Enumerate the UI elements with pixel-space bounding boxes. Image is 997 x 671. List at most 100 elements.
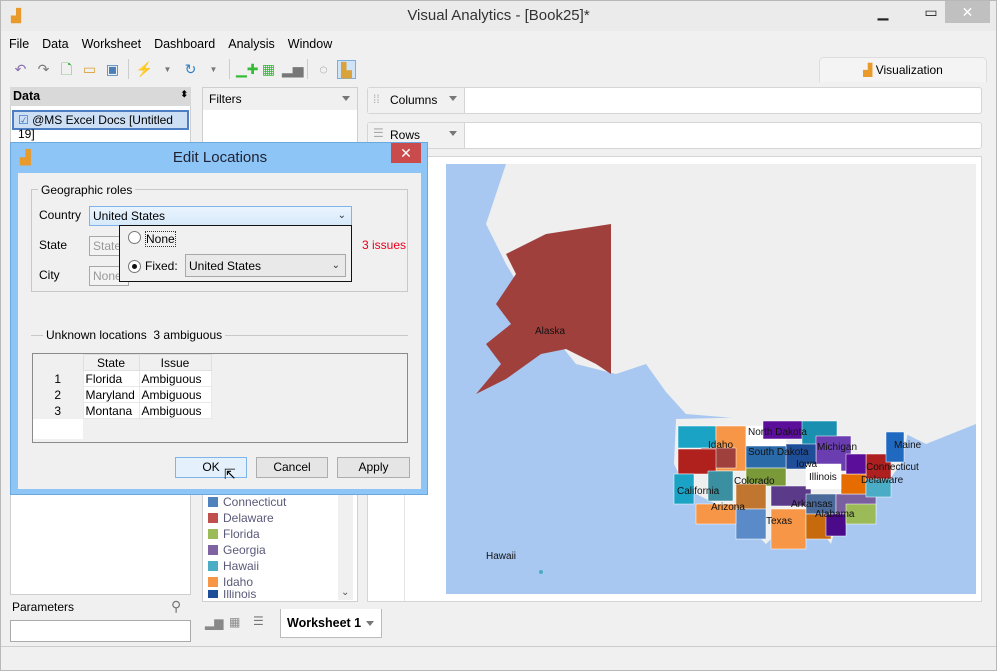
legend-item[interactable]: Georgia xyxy=(208,542,338,558)
menu-analysis[interactable]: Analysis xyxy=(228,37,275,55)
dialog-body: Geographic roles Country United States ⌄ … xyxy=(18,173,421,489)
state-shape[interactable] xyxy=(677,448,717,475)
table-row[interactable]: 1 Florida Ambiguous xyxy=(33,370,212,387)
open-icon[interactable]: ▭ xyxy=(80,60,99,79)
search-icon[interactable]: ⚲ xyxy=(171,598,181,615)
legend-item[interactable]: Hawaii xyxy=(208,558,338,574)
country-select[interactable]: United States ⌄ xyxy=(89,206,352,226)
map-label: Michigan xyxy=(817,442,857,453)
dropdown-icon[interactable] xyxy=(449,96,457,101)
state-cell[interactable]: Florida xyxy=(82,370,140,387)
legend-scrollbar[interactable]: ⌄ xyxy=(338,488,353,600)
chevron-down-icon: ⌄ xyxy=(337,210,346,221)
legend-item[interactable]: Illinois xyxy=(208,590,338,598)
chevron-down-icon[interactable]: ▼ xyxy=(204,60,223,79)
dropdown-icon[interactable] xyxy=(366,621,374,626)
map[interactable]: Alaska Hawaii Idaho North Dakota South Dakot… xyxy=(446,164,976,594)
save-icon[interactable]: ▣ xyxy=(103,60,122,79)
state-cell[interactable]: Maryland xyxy=(82,386,140,403)
menu-worksheet[interactable]: Worksheet xyxy=(82,37,142,55)
legend-swatch xyxy=(208,577,218,587)
legend-item[interactable]: Florida xyxy=(208,526,338,542)
state-shape[interactable] xyxy=(735,508,767,540)
table-row[interactable]: 3 Montana Ambiguous xyxy=(33,402,212,419)
ok-button[interactable]: OK xyxy=(175,457,247,478)
legend-swatch xyxy=(208,529,218,539)
fixed-country-select[interactable]: United States ⌄ xyxy=(185,254,346,277)
table-row[interactable]: 2 Maryland Ambiguous xyxy=(33,386,212,403)
apply-button[interactable]: Apply xyxy=(337,457,410,478)
connect-icon[interactable]: ⚡ xyxy=(135,60,154,79)
new-worksheet-icon[interactable]: ▁✚ xyxy=(236,60,259,79)
issue-cell[interactable]: Ambiguous xyxy=(138,402,212,419)
new-icon[interactable]: 🗋 xyxy=(57,60,76,79)
fixed-radio-label[interactable]: Fixed: xyxy=(145,259,178,273)
parameters-input[interactable] xyxy=(10,620,191,642)
state-cell[interactable]: Montana xyxy=(82,402,140,419)
legend-label: Florida xyxy=(223,527,260,541)
sheet-list-icon[interactable]: ☰ xyxy=(253,614,264,628)
refresh-icon[interactable]: ↻ xyxy=(181,60,200,79)
menu-dashboard[interactable]: Dashboard xyxy=(154,37,215,55)
country-popup: None Fixed: United States ⌄ xyxy=(119,225,352,282)
column-header-state[interactable]: State xyxy=(82,354,140,371)
visualization-area[interactable]: Alaska Hawaii Idaho North Dakota South Dakot… xyxy=(367,156,982,602)
data-panel-title: Data xyxy=(13,89,41,103)
menu-file[interactable]: File xyxy=(9,37,29,55)
legend-item[interactable]: Connecticut xyxy=(208,494,338,510)
cancel-button[interactable]: Cancel xyxy=(256,457,328,478)
undo-icon[interactable]: ↶ xyxy=(11,60,30,79)
state-shape[interactable] xyxy=(845,453,867,475)
none-radio-label[interactable]: None xyxy=(145,231,176,247)
new-dashboard-icon[interactable]: ▦ xyxy=(229,615,240,629)
bar-chart-icon[interactable]: ▂▅ xyxy=(282,60,304,79)
none-radio[interactable] xyxy=(128,231,141,244)
legend-label: Hawaii xyxy=(223,559,260,573)
sort-icon[interactable]: ⬍ xyxy=(180,89,188,100)
map-label: North Dakota xyxy=(748,427,807,438)
columns-shelf[interactable]: ⁞⁞ Columns xyxy=(367,87,982,114)
lasso-icon[interactable]: ◌ xyxy=(314,60,333,79)
checkbox-icon: ☑ xyxy=(18,113,33,127)
worksheet-tab[interactable]: Worksheet 1 xyxy=(280,609,382,638)
close-icon[interactable]: ✕ xyxy=(945,1,990,23)
new-worksheet-icon[interactable]: ▂▆ xyxy=(205,616,223,630)
hawaii-state[interactable] xyxy=(539,570,543,574)
map-label: Colorado xyxy=(734,476,775,487)
filters-header[interactable]: Filters xyxy=(203,88,357,110)
dropdown-icon[interactable] xyxy=(449,131,457,136)
legend-swatch xyxy=(208,513,218,523)
city-label: City xyxy=(39,268,60,282)
visualization-tab[interactable]: ▟ Visualization xyxy=(819,57,987,82)
show-me-icon[interactable]: ▙ xyxy=(337,59,356,79)
menu-window[interactable]: Window xyxy=(288,37,332,55)
legend-item[interactable]: Delaware xyxy=(208,510,338,526)
fixed-radio[interactable] xyxy=(128,260,141,273)
mouse-cursor-icon: ⇱ xyxy=(224,466,236,482)
columns-icon: ⁞⁞ xyxy=(373,92,380,106)
datasource-item[interactable]: ☑ @MS Excel Docs [Untitled 19] xyxy=(12,110,189,141)
state-value: State xyxy=(93,239,122,253)
chevron-down-icon[interactable]: ⌄ xyxy=(341,587,349,598)
dropdown-icon[interactable] xyxy=(342,96,350,101)
issues-link[interactable]: 3 issues xyxy=(362,238,406,252)
issue-cell[interactable]: Ambiguous xyxy=(138,386,212,403)
column-header-issue[interactable]: Issue xyxy=(138,354,212,371)
rows-icon: ☰ xyxy=(373,126,384,140)
row-number: 3 xyxy=(33,402,83,419)
chevron-down-icon[interactable]: ▼ xyxy=(158,60,177,79)
new-dashboard-icon[interactable]: ▦ xyxy=(259,60,278,79)
redo-icon[interactable]: ↷ xyxy=(34,60,53,79)
rows-shelf[interactable]: ☰ Rows xyxy=(367,122,982,149)
fixed-country-value: United States xyxy=(189,259,262,273)
map-label: South Dakota xyxy=(748,447,809,458)
close-icon[interactable]: ✕ xyxy=(391,143,421,163)
menu-bar: File Data Worksheet Dashboard Analysis W… xyxy=(9,37,332,55)
menu-data[interactable]: Data xyxy=(42,37,68,55)
map-label: Idaho xyxy=(708,440,733,451)
issue-cell[interactable]: Ambiguous xyxy=(138,370,212,387)
minimize-icon[interactable]: ▁ xyxy=(861,1,905,23)
toolbar-divider xyxy=(128,59,129,79)
state-shape[interactable] xyxy=(770,508,807,550)
legend-item[interactable]: Idaho xyxy=(208,574,338,590)
